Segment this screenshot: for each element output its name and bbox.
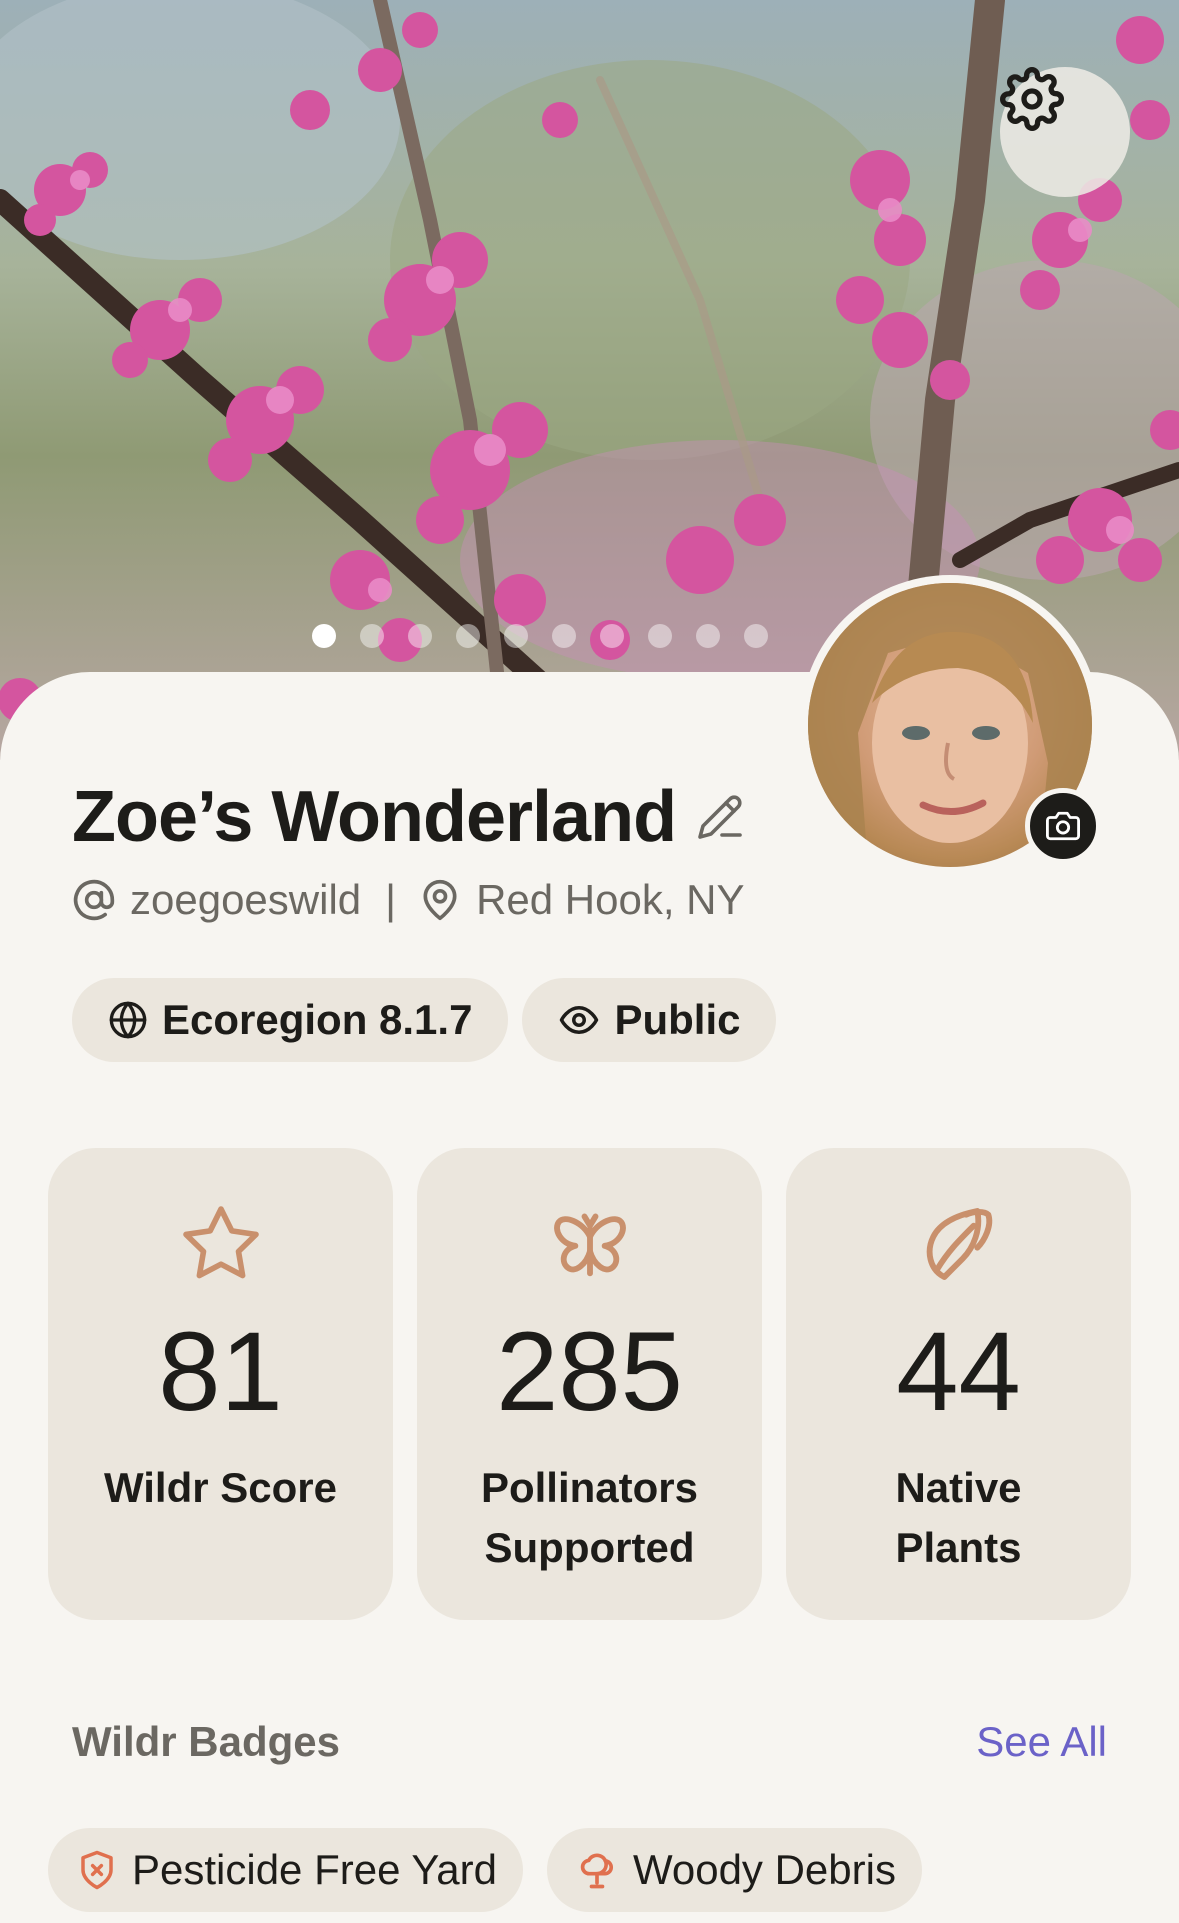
location-pin-icon: [418, 878, 462, 922]
carousel-dot[interactable]: [456, 624, 480, 648]
globe-icon: [108, 1000, 148, 1040]
badge-label: Pesticide Free Yard: [132, 1846, 497, 1893]
shield-icon: [76, 1849, 118, 1891]
ecoregion-label: Ecoregion 8.1.7: [162, 996, 473, 1043]
stat-label: Wildr Score: [103, 1464, 337, 1511]
at-icon: [72, 878, 116, 922]
meta-separator: |: [385, 876, 397, 923]
visibility-chip[interactable]: Public: [522, 978, 777, 1062]
profile-title-row: Zoe’s Wonderland: [72, 772, 744, 862]
location: Red Hook, NY: [476, 876, 745, 923]
tree-icon: [575, 1848, 619, 1892]
camera-icon: [1046, 809, 1080, 843]
see-all-link[interactable]: See All: [976, 1718, 1107, 1766]
badges-header: Wildr Badges See All: [72, 1712, 1107, 1772]
leaf-icon: [913, 1198, 1005, 1290]
carousel-dot[interactable]: [648, 624, 672, 648]
carousel-dot[interactable]: [552, 624, 576, 648]
badge-label: Woody Debris: [632, 1846, 896, 1893]
stat-label: Pollinators Supported: [480, 1464, 699, 1571]
profile-chips: Ecoregion 8.1.7 Public: [72, 978, 777, 1062]
username: zoegoeswild: [130, 876, 362, 923]
carousel-dot[interactable]: [600, 624, 624, 648]
stats-row: 81 Wildr Score 285 Pollinators Supported…: [48, 1148, 1131, 1620]
carousel-dot[interactable]: [312, 624, 336, 648]
stat-label: Native Plants: [895, 1464, 1022, 1571]
badge-pesticide-free-yard[interactable]: Pesticide Free Yard: [48, 1828, 523, 1912]
carousel-dot[interactable]: [360, 624, 384, 648]
stat-card-pollinators[interactable]: 285 Pollinators Supported: [417, 1148, 762, 1620]
carousel-dot[interactable]: [408, 624, 432, 648]
star-icon: [175, 1198, 267, 1290]
carousel-dot[interactable]: [744, 624, 768, 648]
carousel-dot[interactable]: [504, 624, 528, 648]
badge-woody-debris[interactable]: Woody Debris: [546, 1828, 922, 1912]
page-title: Zoe’s Wonderland: [72, 777, 677, 857]
visibility-label: Public: [614, 996, 741, 1043]
profile-meta: zoegoeswild | Red Hook, NY: [72, 872, 745, 928]
stat-value: 81: [158, 1309, 283, 1434]
badges-list: Pesticide Free Yard Woody Debris: [48, 1828, 922, 1912]
stat-card-wildr-score[interactable]: 81 Wildr Score: [48, 1148, 393, 1620]
stat-card-native-plants[interactable]: 44 Native Plants: [786, 1148, 1131, 1620]
settings-button[interactable]: [1000, 67, 1130, 197]
pencil-icon[interactable]: [696, 793, 744, 841]
eye-icon: [558, 999, 600, 1041]
carousel-pager[interactable]: [312, 624, 768, 648]
butterfly-icon: [544, 1198, 636, 1290]
stat-value: 285: [496, 1309, 683, 1434]
change-photo-button[interactable]: [1025, 788, 1101, 864]
stat-value: 44: [896, 1309, 1021, 1434]
badges-title: Wildr Badges: [72, 1718, 340, 1765]
carousel-dot[interactable]: [696, 624, 720, 648]
ecoregion-chip[interactable]: Ecoregion 8.1.7: [72, 978, 509, 1062]
